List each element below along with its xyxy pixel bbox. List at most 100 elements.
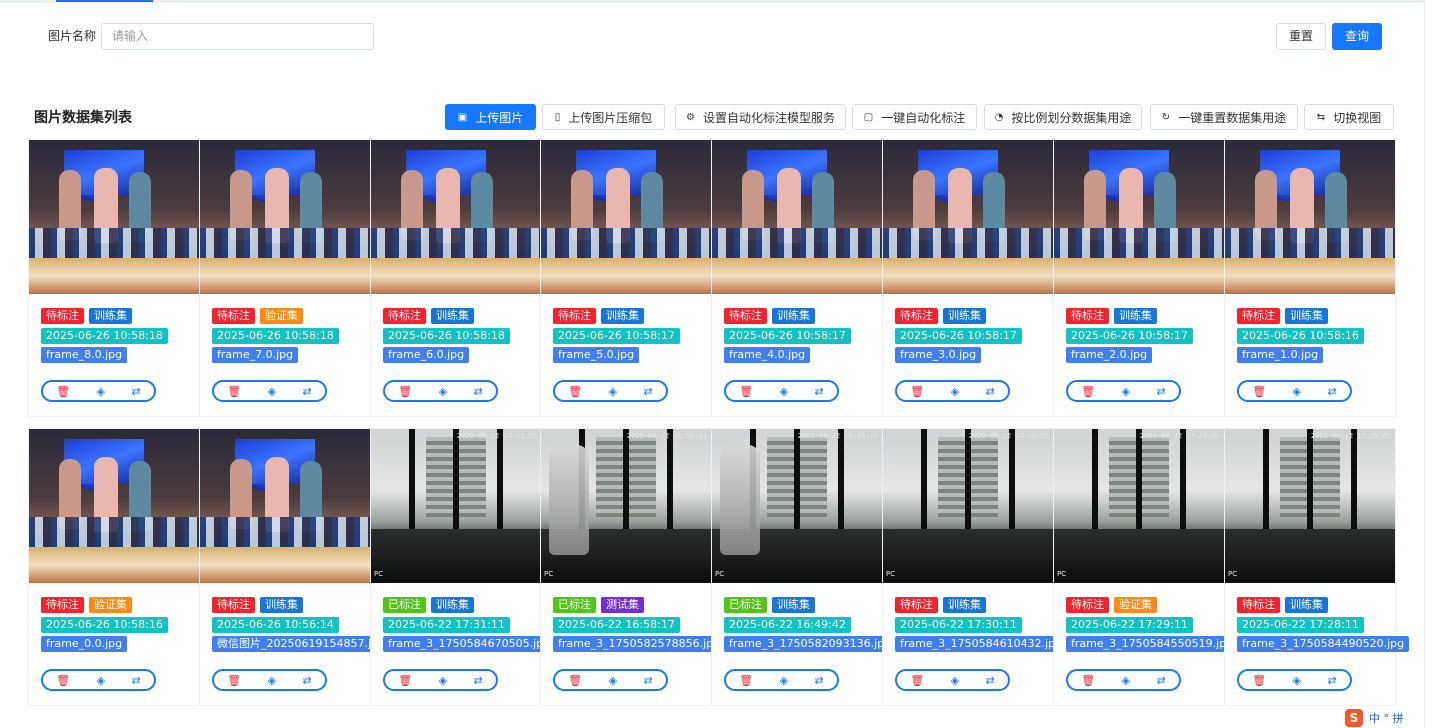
- thumbnail[interactable]: [371, 140, 541, 294]
- toolbar-button-6[interactable]: ⇆ 切换视图: [1304, 104, 1394, 130]
- split-icon[interactable]: ⇄: [644, 675, 653, 686]
- timestamp-badge: 2025-06-22 17:29:11: [1066, 617, 1193, 633]
- card-actions: 🗑 ◈ ⇄: [41, 380, 156, 402]
- image-card[interactable]: 2025-06-22 16:49:37 PC 已标注 训练集 2025-06-22 16…: [712, 429, 897, 705]
- tag-icon[interactable]: ◈: [609, 386, 617, 397]
- split-icon[interactable]: ⇄: [815, 675, 824, 686]
- delete-icon[interactable]: 🗑: [1081, 386, 1095, 397]
- delete-icon[interactable]: 🗑: [568, 675, 582, 686]
- delete-icon[interactable]: 🗑: [56, 386, 70, 397]
- tag-icon[interactable]: ◈: [1122, 675, 1130, 686]
- tag-icon[interactable]: ◈: [951, 386, 959, 397]
- camera-label: PC: [1228, 570, 1238, 578]
- delete-icon[interactable]: 🗑: [227, 386, 241, 397]
- delete-icon[interactable]: 🗑: [227, 675, 241, 686]
- tag-icon[interactable]: ◈: [439, 675, 447, 686]
- delete-icon[interactable]: 🗑: [910, 386, 924, 397]
- thumbnail[interactable]: 2025-06-22 16:58:11 PC: [541, 429, 711, 583]
- split-icon[interactable]: ⇄: [474, 675, 483, 686]
- split-icon[interactable]: ⇄: [303, 675, 312, 686]
- toolbar-button-2[interactable]: ⚙ 设置自动化标注模型服务: [675, 104, 846, 130]
- split-icon[interactable]: ⇄: [132, 386, 141, 397]
- delete-icon[interactable]: 🗑: [739, 386, 753, 397]
- split-icon[interactable]: ⇄: [132, 675, 141, 686]
- split-icon[interactable]: ⇄: [1157, 675, 1166, 686]
- delete-icon[interactable]: 🗑: [568, 386, 582, 397]
- thumbnail[interactable]: [200, 429, 370, 583]
- image-card[interactable]: 2025-06-22 17:30:05 PC 待标注 训练集 2025-06-22 17…: [883, 429, 1068, 705]
- thumbnail[interactable]: [712, 140, 882, 294]
- toolbar-button-5[interactable]: ↻ 一键重置数据集用途: [1150, 104, 1298, 130]
- tag-icon[interactable]: ◈: [268, 675, 276, 686]
- image-card[interactable]: 待标注 训练集 2025-06-26 10:58:17 frame_2.0.jpg 🗑 ◈…: [1054, 140, 1224, 416]
- image-card[interactable]: 待标注 训练集 2025-06-26 10:58:16 frame_1.0.jpg 🗑 ◈…: [1225, 140, 1395, 416]
- tag-icon[interactable]: ◈: [609, 675, 617, 686]
- tag-icon[interactable]: ◈: [951, 675, 959, 686]
- delete-icon[interactable]: 🗑: [398, 386, 412, 397]
- thumbnail[interactable]: [200, 140, 370, 294]
- image-card[interactable]: 2025-06-22 17:28:05 PC 待标注 训练集 2025-06-22 17…: [1225, 429, 1410, 705]
- image-card[interactable]: 2025-06-22 16:58:11 PC 已标注 测试集 2025-06-22 16…: [541, 429, 726, 705]
- thumbnail[interactable]: [29, 429, 199, 583]
- tag-icon[interactable]: ◈: [780, 675, 788, 686]
- thumbnail[interactable]: 2025-06-22 17:31:05 PC: [371, 429, 541, 583]
- card-actions: 🗑 ◈ ⇄: [212, 380, 327, 402]
- tag-icon[interactable]: ◈: [97, 675, 105, 686]
- image-card[interactable]: 待标注 验证集 2025-06-26 10:58:18 frame_7.0.jpg 🗑 ◈…: [200, 140, 370, 416]
- toolbar-button-1[interactable]: ▯ 上传图片压缩包: [542, 104, 665, 130]
- query-button[interactable]: 查询: [1332, 23, 1382, 50]
- image-card[interactable]: 待标注 训练集 2025-06-26 10:58:17 frame_4.0.jpg 🗑 ◈…: [712, 140, 882, 416]
- split-icon[interactable]: ⇄: [815, 386, 824, 397]
- delete-icon[interactable]: 🗑: [739, 675, 753, 686]
- split-icon[interactable]: ⇄: [474, 386, 483, 397]
- thumbnail[interactable]: [29, 140, 199, 294]
- image-card[interactable]: 待标注 训练集 2025-06-26 10:56:14 微信图片_2025061915…: [200, 429, 390, 705]
- delete-icon[interactable]: 🗑: [1252, 386, 1266, 397]
- toolbar-button-0[interactable]: ▣ 上传图片: [445, 104, 536, 130]
- tag-icon[interactable]: ◈: [97, 386, 105, 397]
- toolbar-button-4[interactable]: ◔ 按比例划分数据集用途: [984, 104, 1142, 130]
- image-card[interactable]: 待标注 训练集 2025-06-26 10:58:17 frame_5.0.jpg 🗑 ◈…: [541, 140, 711, 416]
- thumbnail[interactable]: [541, 140, 711, 294]
- delete-icon[interactable]: 🗑: [1252, 675, 1266, 686]
- thumbnail[interactable]: [1054, 140, 1224, 294]
- thumbnail[interactable]: [1225, 140, 1395, 294]
- split-icon[interactable]: ⇄: [644, 386, 653, 397]
- split-icon[interactable]: ⇄: [1328, 386, 1337, 397]
- split-icon[interactable]: ⇄: [986, 675, 995, 686]
- toolbar-button-3[interactable]: ▢ 一键自动化标注: [852, 104, 977, 130]
- image-card[interactable]: 2025-06-22 17:31:05 PC 已标注 训练集 2025-06-22 17…: [371, 429, 556, 705]
- delete-icon[interactable]: 🗑: [398, 675, 412, 686]
- split-icon[interactable]: ⇄: [1328, 675, 1337, 686]
- tag-icon[interactable]: ◈: [439, 386, 447, 397]
- image-card[interactable]: 待标注 验证集 2025-06-26 10:58:16 frame_0.0.jpg 🗑 ◈…: [29, 429, 199, 705]
- delete-icon[interactable]: 🗑: [910, 675, 924, 686]
- split-icon[interactable]: ⇄: [1157, 386, 1166, 397]
- image-card[interactable]: 待标注 训练集 2025-06-26 10:58:18 frame_6.0.jpg 🗑 ◈…: [371, 140, 541, 416]
- image-card[interactable]: 待标注 训练集 2025-06-26 10:58:18 frame_8.0.jpg 🗑 ◈…: [29, 140, 199, 416]
- thumbnail[interactable]: [883, 140, 1053, 294]
- usage-badge: 训练集: [943, 308, 986, 324]
- scrollbar[interactable]: [1424, 0, 1440, 728]
- delete-icon[interactable]: 🗑: [1081, 675, 1095, 686]
- reset-button[interactable]: 重置: [1276, 23, 1326, 50]
- tag-icon[interactable]: ◈: [1293, 675, 1301, 686]
- thumbnail[interactable]: 2025-06-22 17:29:05 PC: [1054, 429, 1224, 583]
- thumbnail[interactable]: 2025-06-22 16:49:37 PC: [712, 429, 882, 583]
- thumbnail[interactable]: 2025-06-22 17:30:05 PC: [883, 429, 1053, 583]
- thumbnail[interactable]: 2025-06-22 17:28:05 PC: [1225, 429, 1395, 583]
- delete-icon[interactable]: 🗑: [56, 675, 70, 686]
- tag-icon[interactable]: ◈: [1122, 386, 1130, 397]
- search-input[interactable]: 请输入: [101, 23, 374, 50]
- camera-timestamp: 2025-06-22 17:28:05: [1310, 432, 1391, 440]
- tag-icon[interactable]: ◈: [1293, 386, 1301, 397]
- image-card[interactable]: 待标注 训练集 2025-06-26 10:58:17 frame_3.0.jpg 🗑 ◈…: [883, 140, 1053, 416]
- image-card[interactable]: 2025-06-22 17:29:05 PC 待标注 验证集 2025-06-22 17…: [1054, 429, 1239, 705]
- timestamp-badge: 2025-06-26 10:58:17: [895, 328, 1022, 344]
- card-actions: 🗑 ◈ ⇄: [553, 380, 668, 402]
- tag-icon[interactable]: ◈: [268, 386, 276, 397]
- split-icon[interactable]: ⇄: [303, 386, 312, 397]
- tag-icon[interactable]: ◈: [780, 386, 788, 397]
- split-icon[interactable]: ⇄: [986, 386, 995, 397]
- ime-text: 中 ° 拼: [1369, 712, 1404, 725]
